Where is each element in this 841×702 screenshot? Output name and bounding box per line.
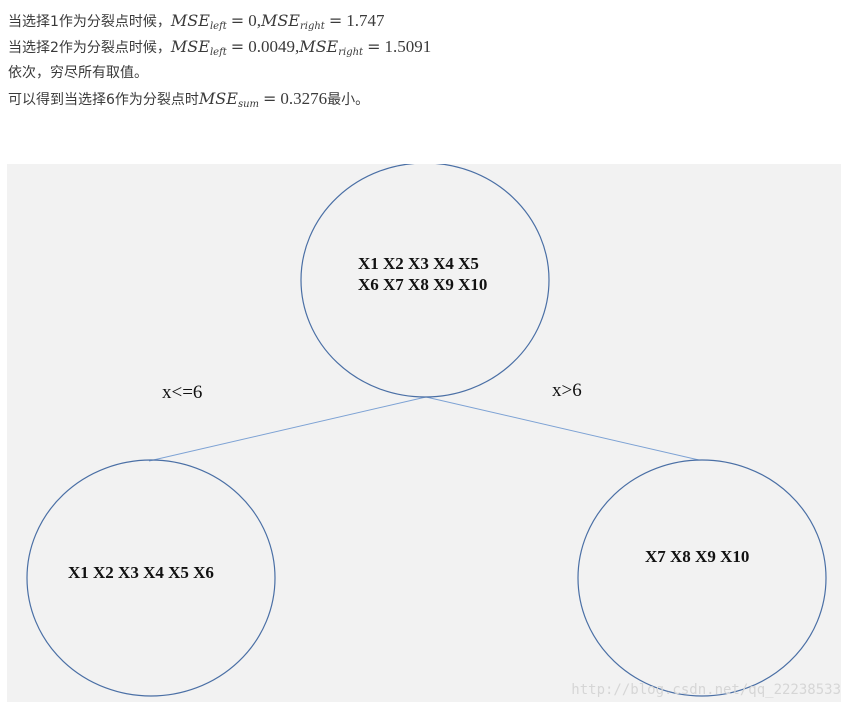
tree-svg: X1 X2 X3 X4 X5 X6 X7 X8 X9 X10 X1 X2 X3 … <box>26 164 827 697</box>
equals-sign: = <box>263 89 277 108</box>
mse-left-1-value: 0, <box>248 11 261 30</box>
equals-sign: = <box>328 11 343 30</box>
split-2-line: 当选择2作为分裂点时候，MSEleft = 0.0049,MSEright = 1.50… <box>8 34 838 60</box>
mse-left-1: MSEleft <box>170 11 227 32</box>
root-label-line2: X6 X7 X8 X9 X10 <box>358 275 487 294</box>
left-edge <box>148 396 427 462</box>
mse-left-2: MSEleft <box>170 37 227 58</box>
mse-sum-value: 0.3276 <box>280 89 328 108</box>
watermark: http://blog.csdn.net/qq_22238533 <box>571 682 841 698</box>
result-prefix: 可以得到当选择6作为分裂点时 <box>8 92 199 108</box>
result-line: 可以得到当选择6作为分裂点时MSEsum = 0.3276最小。 <box>8 86 838 112</box>
mse-right-2-value: 1.5091 <box>384 37 432 56</box>
equals-sign: = <box>230 11 245 30</box>
equals-sign: = <box>230 37 245 56</box>
mse-left-2-value: 0.0049, <box>248 37 300 56</box>
decision-tree-diagram: X1 X2 X3 X4 X5 X6 X7 X8 X9 X10 X1 X2 X3 … <box>7 164 841 702</box>
left-child-label: X1 X2 X3 X4 X5 X6 <box>68 563 214 582</box>
right-edge-label: x>6 <box>552 380 582 401</box>
result-suffix: 最小。 <box>327 92 370 108</box>
exhaust-line: 依次，穷尽所有取值。 <box>8 65 148 81</box>
root-label-line1: X1 X2 X3 X4 X5 <box>358 254 479 273</box>
split-2-prefix: 当选择2作为分裂点时候， <box>8 40 171 56</box>
split-1-prefix: 当选择1作为分裂点时候， <box>8 14 171 30</box>
right-child-node <box>577 459 827 697</box>
mse-right-2: MSEright <box>299 37 364 58</box>
explanation-text: 当选择1作为分裂点时候，MSEleft = 0,MSEright = 1.747 当选择… <box>8 8 838 112</box>
split-1-line: 当选择1作为分裂点时候，MSEleft = 0,MSEright = 1.747 <box>8 8 838 34</box>
mse-right-1-value: 1.747 <box>346 11 385 30</box>
equals-sign: = <box>367 37 381 56</box>
mse-sum: MSEsum <box>198 89 260 110</box>
right-child-label: X7 X8 X9 X10 <box>645 547 749 566</box>
left-edge-label: x<=6 <box>162 382 202 403</box>
right-edge <box>425 396 700 461</box>
mse-right-1: MSEright <box>260 11 325 32</box>
